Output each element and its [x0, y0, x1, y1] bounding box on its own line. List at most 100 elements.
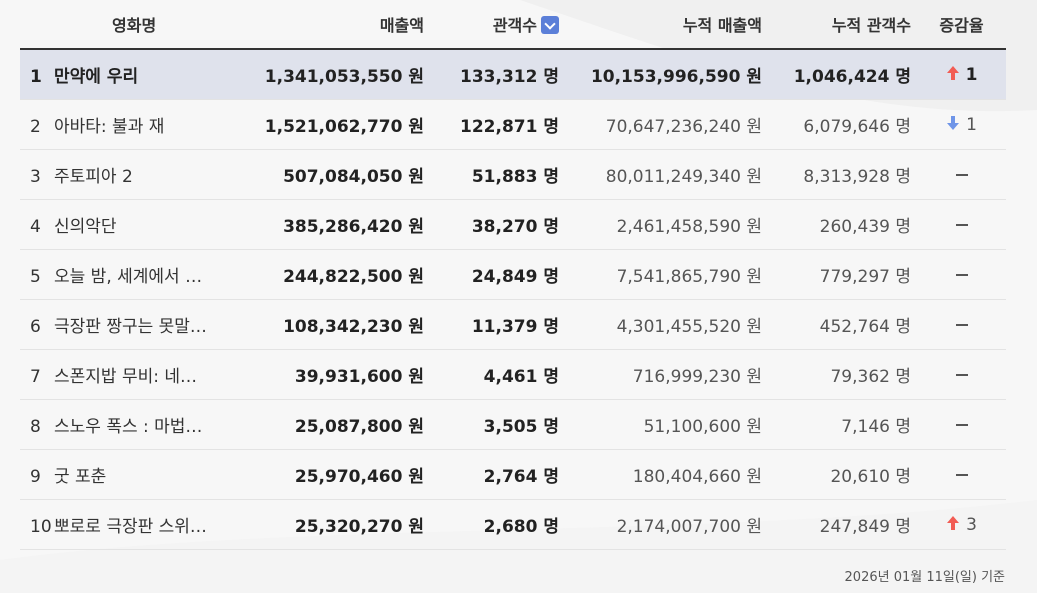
movie-title-link[interactable]: 아바타: 불과 재 — [54, 112, 164, 137]
sales-cell: 25,087,800 원 — [250, 399, 430, 450]
sales-cell: 39,931,600 원 — [250, 349, 430, 400]
sales-cell: 108,342,230 원 — [250, 299, 430, 350]
movie-title-link[interactable]: 극장판 짱구는 못말… — [54, 312, 207, 337]
movie-title-link[interactable]: 오늘 밤, 세계에서 … — [54, 262, 202, 287]
cum-audience-cell: 247,849 명 — [768, 499, 917, 550]
movie-title-cell[interactable]: 3 주토피아 2 — [20, 149, 250, 200]
audience-cell: 2,680 명 — [430, 499, 565, 550]
change-cell — [917, 299, 1006, 350]
movie-title-cell[interactable]: 7 스폰지밥 무비: 네… — [20, 349, 250, 400]
dash-icon — [955, 273, 968, 276]
dash-icon — [955, 223, 968, 226]
cum-sales-cell: 51,100,600 원 — [565, 399, 768, 450]
dash-icon — [955, 173, 968, 176]
movie-title-link[interactable]: 스노우 폭스 : 마법… — [54, 412, 202, 437]
table-row[interactable]: 2 아바타: 불과 재 1,521,062,770 원 122,871 명 70,647… — [20, 99, 1006, 150]
rank: 8 — [30, 417, 41, 437]
sales-cell: 1,341,053,550 원 — [250, 49, 430, 100]
movie-title-link[interactable]: 굿 포춘 — [54, 462, 106, 487]
sales-cell: 244,822,500 원 — [250, 249, 430, 300]
table-row[interactable]: 5 오늘 밤, 세계에서 … 244,822,500 원 24,849 명 7,541,… — [20, 249, 1006, 300]
dash-icon — [955, 373, 968, 376]
cum-sales-cell: 2,174,007,700 원 — [565, 499, 768, 550]
arrow-down-icon — [946, 115, 960, 131]
rank: 5 — [30, 267, 41, 287]
cum-audience-cell: 1,046,424 명 — [768, 49, 917, 100]
rank: 7 — [30, 367, 41, 387]
rank: 10 — [30, 517, 52, 537]
header-audience[interactable]: 관객수 — [430, 0, 565, 50]
movie-title-link[interactable]: 스폰지밥 무비: 네… — [54, 362, 197, 387]
cum-sales-cell: 4,301,455,520 원 — [565, 299, 768, 350]
sales-cell: 25,970,460 원 — [250, 449, 430, 500]
sales-cell: 25,320,270 원 — [250, 499, 430, 550]
header-cum-audience[interactable]: 누적 관객수 — [768, 0, 917, 50]
change-cell — [917, 249, 1006, 300]
cum-audience-cell: 7,146 명 — [768, 399, 917, 450]
header-cum-sales[interactable]: 누적 매출액 — [565, 0, 768, 50]
change-value: 3 — [966, 514, 977, 535]
chevron-down-icon[interactable] — [541, 16, 559, 34]
box-office-table-container: 영화명 매출액 관객수 누적 매출액 누적 관객수 증감율 1 만약에 우리 1,3… — [20, 0, 1006, 550]
table-row[interactable]: 6 극장판 짱구는 못말… 108,342,230 원 11,379 명 4,301,4… — [20, 299, 1006, 350]
movie-title-link[interactable]: 뽀로로 극장판 스위… — [54, 512, 207, 537]
movie-title-link[interactable]: 만약에 우리 — [54, 62, 138, 87]
audience-cell: 2,764 명 — [430, 449, 565, 500]
movie-title-cell[interactable]: 10 뽀로로 극장판 스위… — [20, 499, 250, 550]
sales-cell: 1,521,062,770 원 — [250, 99, 430, 150]
header-sales[interactable]: 매출액 — [250, 0, 430, 50]
audience-cell: 3,505 명 — [430, 399, 565, 450]
cum-sales-cell: 180,404,660 원 — [565, 449, 768, 500]
table-header-row: 영화명 매출액 관객수 누적 매출액 누적 관객수 증감율 — [20, 0, 1006, 50]
rank: 3 — [30, 167, 41, 187]
arrow-up-icon — [946, 65, 960, 81]
table-row[interactable]: 4 신의악단 385,286,420 원 38,270 명 2,461,458,590 … — [20, 199, 1006, 250]
movie-title-cell[interactable]: 2 아바타: 불과 재 — [20, 99, 250, 150]
rank: 2 — [30, 117, 41, 137]
movie-title-cell[interactable]: 9 굿 포춘 — [20, 449, 250, 500]
movie-title-cell[interactable]: 8 스노우 폭스 : 마법… — [20, 399, 250, 450]
movie-title-link[interactable]: 주토피아 2 — [54, 162, 133, 187]
movie-title-link[interactable]: 신의악단 — [54, 212, 117, 237]
table-row[interactable]: 7 스폰지밥 무비: 네… 39,931,600 원 4,461 명 716,999,2… — [20, 349, 1006, 400]
box-office-table: 영화명 매출액 관객수 누적 매출액 누적 관객수 증감율 1 만약에 우리 1,3… — [20, 0, 1006, 550]
cum-sales-cell: 7,541,865,790 원 — [565, 249, 768, 300]
audience-cell: 133,312 명 — [430, 49, 565, 100]
table-row[interactable]: 10 뽀로로 극장판 스위… 25,320,270 원 2,680 명 2,174,00… — [20, 499, 1006, 550]
rank: 9 — [30, 467, 41, 487]
table-row[interactable]: 8 스노우 폭스 : 마법… 25,087,800 원 3,505 명 51,100,6… — [20, 399, 1006, 450]
dash-icon — [955, 423, 968, 426]
movie-title-cell[interactable]: 5 오늘 밤, 세계에서 … — [20, 249, 250, 300]
rank: 4 — [30, 217, 41, 237]
sales-cell: 385,286,420 원 — [250, 199, 430, 250]
cum-sales-cell: 80,011,249,340 원 — [565, 149, 768, 200]
audience-cell: 11,379 명 — [430, 299, 565, 350]
header-change[interactable]: 증감율 — [917, 0, 1006, 50]
cum-audience-cell: 260,439 명 — [768, 199, 917, 250]
audience-cell: 24,849 명 — [430, 249, 565, 300]
audience-cell: 4,461 명 — [430, 349, 565, 400]
cum-audience-cell: 8,313,928 명 — [768, 149, 917, 200]
movie-title-cell[interactable]: 6 극장판 짱구는 못말… — [20, 299, 250, 350]
change-value: 1 — [965, 64, 978, 85]
table-row[interactable]: 9 굿 포춘 25,970,460 원 2,764 명 180,404,660 원 20,… — [20, 449, 1006, 500]
rank: 1 — [30, 67, 42, 87]
movie-title-cell[interactable]: 4 신의악단 — [20, 199, 250, 250]
header-audience-label: 관객수 — [492, 16, 537, 35]
table-row[interactable]: 3 주토피아 2 507,084,050 원 51,883 명 80,011,249,3… — [20, 149, 1006, 200]
audience-cell: 51,883 명 — [430, 149, 565, 200]
movie-title-cell[interactable]: 1 만약에 우리 — [20, 49, 250, 100]
sales-cell: 507,084,050 원 — [250, 149, 430, 200]
change-cell — [917, 199, 1006, 250]
change-value: 1 — [966, 114, 977, 135]
audience-cell: 122,871 명 — [430, 99, 565, 150]
change-cell — [917, 149, 1006, 200]
rank: 6 — [30, 317, 41, 337]
cum-audience-cell: 20,610 명 — [768, 449, 917, 500]
audience-cell: 38,270 명 — [430, 199, 565, 250]
header-title: 영화명 — [20, 0, 250, 50]
cum-sales-cell: 70,647,236,240 원 — [565, 99, 768, 150]
change-cell — [917, 449, 1006, 500]
change-cell — [917, 349, 1006, 400]
table-row[interactable]: 1 만약에 우리 1,341,053,550 원 133,312 명 10,153,99… — [20, 49, 1006, 100]
